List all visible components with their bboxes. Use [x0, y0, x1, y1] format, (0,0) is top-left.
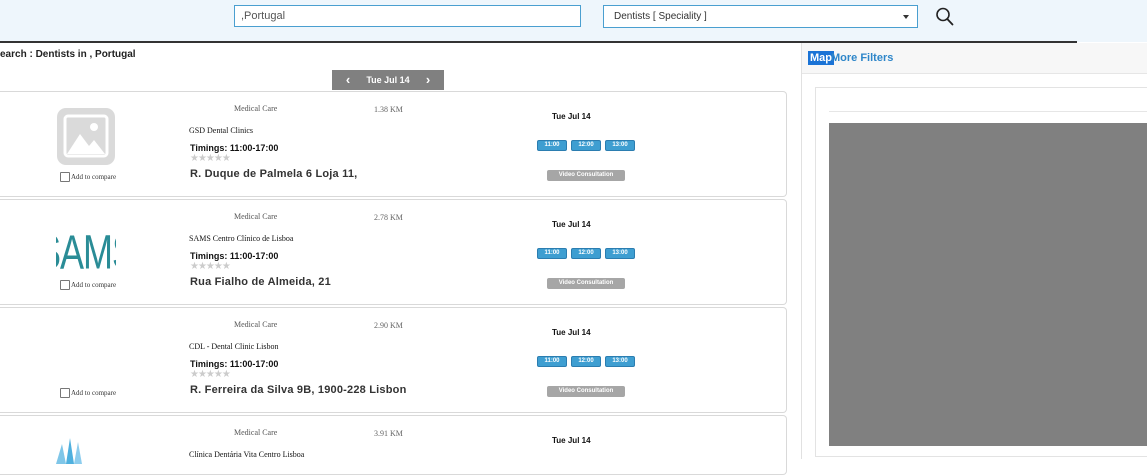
- clinic-name[interactable]: CDL - Dental Clinic Lisbon: [189, 342, 278, 351]
- chevron-left-icon[interactable]: ‹: [340, 70, 356, 89]
- clinic-card[interactable]: Medical Care 3.91 KM Clínica Dentária Vi…: [0, 415, 787, 475]
- location-input[interactable]: [234, 5, 581, 27]
- current-date: Tue Jul 14: [366, 75, 410, 85]
- rating-stars: ★★★★★: [190, 369, 231, 380]
- time-slot-button[interactable]: 11:00: [537, 248, 567, 259]
- clinic-card[interactable]: Add to compare Medical Care 1.38 KM GSD …: [0, 91, 787, 197]
- time-slot-button[interactable]: 12:00: [571, 140, 601, 151]
- clinic-distance: 2.90 KM: [374, 321, 403, 330]
- time-slot-button[interactable]: 13:00: [605, 140, 635, 151]
- video-consultation-button[interactable]: Video Consultation: [547, 170, 625, 181]
- rating-stars: ★★★★★: [190, 261, 231, 272]
- compare-label: Add to compare: [71, 281, 117, 289]
- slot-day: Tue Jul 14: [552, 436, 591, 445]
- clinic-card[interactable]: Add to compare Medical Care 2.90 KM CDL …: [0, 307, 787, 413]
- clinic-card[interactable]: SAMS Add to compare Medical Care 2.78 KM…: [0, 199, 787, 305]
- compare-checkbox[interactable]: [60, 172, 70, 182]
- speciality-select-value: Dentists [ Speciality ]: [614, 11, 707, 22]
- map-divider: [829, 111, 1147, 112]
- clinic-name[interactable]: GSD Dental Clinics: [189, 126, 253, 135]
- clinic-category: Medical Care: [234, 212, 278, 221]
- video-consultation-button[interactable]: Video Consultation: [547, 278, 625, 289]
- clinic-timings: Timings: 11:00-17:00: [190, 251, 279, 261]
- time-slot-button[interactable]: 13:00: [605, 356, 635, 367]
- placeholder-image-icon: [56, 108, 116, 166]
- clinic-timings: Timings: 11:00-17:00: [190, 359, 279, 369]
- clinic-category: Medical Care: [234, 104, 278, 113]
- slot-day: Tue Jul 14: [552, 220, 591, 229]
- chevron-down-icon: [903, 15, 909, 19]
- clinic-address: R. Duque de Palmela 6 Loja 11,: [190, 168, 358, 180]
- date-navigator: ‹ Tue Jul 14 ›: [332, 70, 444, 90]
- speciality-select[interactable]: Dentists [ Speciality ]: [603, 5, 918, 28]
- map-panel-tabs: Map More Filters: [802, 43, 1147, 74]
- map-container: [815, 87, 1147, 457]
- time-slot-button[interactable]: 12:00: [571, 356, 601, 367]
- add-to-compare[interactable]: Add to compare: [60, 172, 116, 182]
- search-breadcrumb: earch : Dentists in , Portugal: [0, 49, 136, 60]
- clinic-name[interactable]: SAMS Centro Clínico de Lisboa: [189, 234, 293, 243]
- sams-logo-text: SAMS: [56, 225, 116, 274]
- search-button[interactable]: [934, 6, 956, 28]
- clinic-address: Rua Fialho de Almeida, 21: [190, 276, 331, 288]
- more-filters-link[interactable]: More Filters: [831, 51, 893, 65]
- compare-label: Add to compare: [71, 173, 117, 181]
- search-icon: [936, 7, 954, 26]
- sams-logo: SAMS: [37, 216, 136, 280]
- add-to-compare[interactable]: Add to compare: [60, 388, 116, 398]
- clinic-category: Medical Care: [234, 428, 278, 437]
- clinic-timings: Timings: 11:00-17:00: [190, 143, 279, 153]
- compare-checkbox[interactable]: [60, 280, 70, 290]
- clinic-address: R. Ferreira da Silva 9B, 1900-228 Lisbon: [190, 384, 407, 396]
- time-slot-button[interactable]: 11:00: [537, 140, 567, 151]
- clinic-distance: 1.38 KM: [374, 105, 403, 114]
- time-slot-button[interactable]: 11:00: [537, 356, 567, 367]
- vita-logo: [56, 434, 116, 464]
- time-slot-button[interactable]: 13:00: [605, 248, 635, 259]
- clinic-name[interactable]: Clínica Dentária Vita Centro Lisboa: [189, 450, 304, 459]
- clinic-category: Medical Care: [234, 320, 278, 329]
- slot-day: Tue Jul 14: [552, 328, 591, 337]
- rating-stars: ★★★★★: [190, 153, 231, 164]
- add-to-compare[interactable]: Add to compare: [60, 280, 116, 290]
- map-panel: Map More Filters: [801, 43, 1147, 459]
- slot-day: Tue Jul 14: [552, 112, 591, 121]
- compare-label: Add to compare: [71, 389, 117, 397]
- clinic-distance: 2.78 KM: [374, 213, 403, 222]
- time-slot-button[interactable]: 12:00: [571, 248, 601, 259]
- video-consultation-button[interactable]: Video Consultation: [547, 386, 625, 397]
- clinic-distance: 3.91 KM: [374, 429, 403, 438]
- map-canvas[interactable]: [829, 123, 1147, 446]
- compare-checkbox[interactable]: [60, 388, 70, 398]
- chevron-right-icon[interactable]: ›: [420, 70, 436, 89]
